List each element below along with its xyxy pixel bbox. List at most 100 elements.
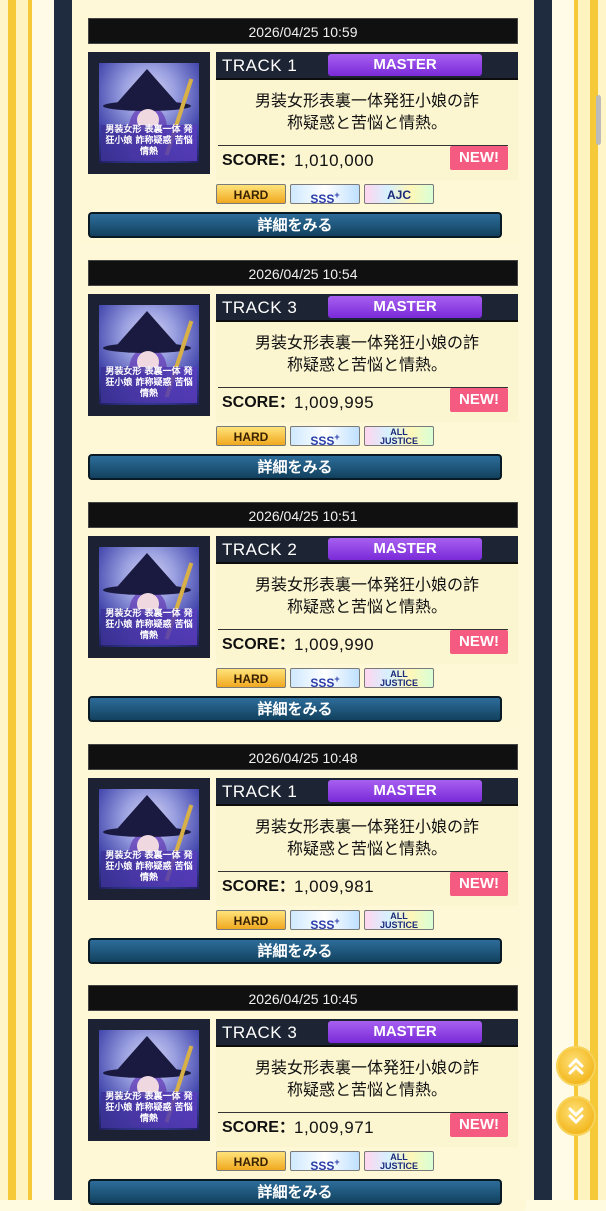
- lamp-all-justice: ALL JUSTICE: [364, 426, 434, 446]
- score-label: SCORE：: [222, 878, 295, 895]
- song-info: 男装女形表裏一体発狂小娘の詐 称疑惑と苦悩と情熱。 SCORE： 1,009,99…: [216, 322, 518, 422]
- double-chevron-down-icon: [568, 1107, 584, 1125]
- jacket-title-art: 男装女形 表裏一体 発狂小娘 詐称疑惑 苦悩情熱: [101, 125, 197, 161]
- lamp-hard: HARD: [216, 426, 286, 446]
- jacket-artwork: 男装女形 表裏一体 発狂小娘 詐称疑惑 苦悩情熱: [99, 789, 199, 889]
- song-info: 男装女形表裏一体発狂小娘の詐 称疑惑と苦悩と情熱。 SCORE： 1,009,99…: [216, 564, 518, 664]
- difficulty-badge: MASTER: [328, 296, 482, 318]
- double-chevron-up-icon: [568, 1057, 584, 1075]
- lamp-ajc: AJC: [364, 184, 434, 204]
- track-header: TRACK 2 MASTER: [216, 536, 518, 564]
- play-datetime: 2026/04/25 10:48: [88, 744, 518, 770]
- lamp-sss-label: SSS: [310, 192, 335, 206]
- track-header: TRACK 1 MASTER: [216, 52, 518, 80]
- difficulty-badge: MASTER: [328, 538, 482, 560]
- view-details-button[interactable]: 詳細をみる: [88, 212, 502, 238]
- lamp-sss-plus: SSS+: [290, 668, 360, 690]
- play-datetime: 2026/04/25 10:59: [88, 18, 518, 44]
- lamp-sss-plus: SSS+: [290, 184, 360, 206]
- lamp-plus-label: +: [334, 432, 340, 442]
- lamp-aj-line2: JUSTICE: [379, 920, 418, 930]
- jacket-title-art: 男装女形 表裏一体 発狂小娘 詐称疑惑 苦悩情熱: [101, 367, 197, 403]
- lamp-sss-label: SSS: [310, 918, 335, 932]
- lamp-all-justice: ALL JUSTICE: [364, 1151, 434, 1171]
- play-datetime: 2026/04/25 10:45: [88, 985, 518, 1011]
- song-info: 男装女形表裏一体発狂小娘の詐 称疑惑と苦悩と情熱。 SCORE： 1,009,98…: [216, 806, 518, 906]
- lamp-plus-label: +: [334, 1157, 340, 1167]
- jacket-artwork: 男装女形 表裏一体 発狂小娘 詐称疑惑 苦悩情熱: [99, 305, 199, 405]
- track-header: TRACK 3 MASTER: [216, 294, 518, 322]
- difficulty-badge: MASTER: [328, 1021, 482, 1043]
- score-label: SCORE：: [222, 152, 295, 169]
- jacket-title-art: 男装女形 表裏一体 発狂小娘 詐称疑惑 苦悩情熱: [101, 851, 197, 887]
- score-value: 1,009,990: [294, 635, 375, 654]
- clear-lamps: HARD SSS+ ALL JUSTICE: [216, 668, 518, 690]
- play-datetime: 2026/04/25 10:54: [88, 260, 518, 286]
- jacket-artwork: 男装女形 表裏一体 発狂小娘 詐称疑惑 苦悩情熱: [99, 63, 199, 163]
- playlog-card: 2026/04/25 10:59 男装女形 表裏一体 発狂小娘 詐称疑惑 苦悩情…: [80, 16, 526, 244]
- song-info: 男装女形表裏一体発狂小娘の詐 称疑惑と苦悩と情熱。 SCORE： 1,010,00…: [216, 80, 518, 180]
- playlog-card: 2026/04/25 10:54 男装女形 表裏一体 発狂小娘 詐称疑惑 苦悩情…: [80, 258, 526, 486]
- song-title: 男装女形表裏一体発狂小娘の詐 称疑惑と苦悩と情熱。: [254, 333, 479, 374]
- view-details-button[interactable]: 詳細をみる: [88, 938, 502, 964]
- lamp-hard: HARD: [216, 1151, 286, 1171]
- lamp-plus-label: +: [334, 674, 340, 684]
- lamp-sss-label: SSS: [310, 434, 335, 448]
- new-record-badge: NEW!: [450, 146, 508, 170]
- score-label: SCORE：: [222, 394, 295, 411]
- lamp-plus-label: +: [334, 190, 340, 200]
- lamp-all-justice: ALL JUSTICE: [364, 910, 434, 930]
- score-label: SCORE：: [222, 1119, 295, 1136]
- playlog-list: 2026/04/25 10:59 男装女形 表裏一体 発狂小娘 詐称疑惑 苦悩情…: [80, 0, 526, 1211]
- lamp-hard: HARD: [216, 910, 286, 930]
- jacket-title-art: 男装女形 表裏一体 発狂小娘 詐称疑惑 苦悩情熱: [101, 1092, 197, 1128]
- jacket-title-art: 男装女形 表裏一体 発狂小娘 詐称疑惑 苦悩情熱: [101, 609, 197, 645]
- song-title: 男装女形表裏一体発狂小娘の詐 称疑惑と苦悩と情熱。: [254, 817, 479, 858]
- lamp-sss-label: SSS: [310, 676, 335, 690]
- difficulty-badge: MASTER: [328, 780, 482, 802]
- playlog-card: 2026/04/25 10:45 男装女形 表裏一体 発狂小娘 詐称疑惑 苦悩情…: [80, 983, 526, 1211]
- new-record-badge: NEW!: [450, 388, 508, 412]
- song-jacket: 男装女形 表裏一体 発狂小娘 詐称疑惑 苦悩情熱: [88, 536, 210, 658]
- song-title: 男装女形表裏一体発狂小娘の詐 称疑惑と苦悩と情熱。: [254, 575, 479, 616]
- playlog-card: 2026/04/25 10:51 男装女形 表裏一体 発狂小娘 詐称疑惑 苦悩情…: [80, 500, 526, 728]
- score-label: SCORE：: [222, 636, 295, 653]
- view-details-button[interactable]: 詳細をみる: [88, 1179, 502, 1205]
- play-datetime: 2026/04/25 10:51: [88, 502, 518, 528]
- scrollbar-thumb[interactable]: [596, 95, 601, 145]
- track-number: TRACK 3: [222, 298, 298, 317]
- lamp-plus-label: +: [334, 916, 340, 926]
- clear-lamps: HARD SSS+ ALL JUSTICE: [216, 910, 518, 932]
- lamp-aj-line2: JUSTICE: [379, 678, 418, 688]
- track-number: TRACK 1: [222, 56, 298, 75]
- new-record-badge: NEW!: [450, 630, 508, 654]
- score-value: 1,010,000: [294, 151, 375, 170]
- new-record-badge: NEW!: [450, 1113, 508, 1137]
- lamp-hard: HARD: [216, 184, 286, 204]
- score-value: 1,009,995: [294, 393, 375, 412]
- song-jacket: 男装女形 表裏一体 発狂小娘 詐称疑惑 苦悩情熱: [88, 294, 210, 416]
- song-title: 男装女形表裏一体発狂小娘の詐 称疑惑と苦悩と情熱。: [254, 91, 479, 132]
- track-number: TRACK 3: [222, 1023, 298, 1042]
- track-header: TRACK 3 MASTER: [216, 1019, 518, 1047]
- lamp-aj-line2: JUSTICE: [379, 436, 418, 446]
- clear-lamps: HARD SSS+ ALL JUSTICE: [216, 426, 518, 448]
- song-jacket: 男装女形 表裏一体 発狂小娘 詐称疑惑 苦悩情熱: [88, 778, 210, 900]
- clear-lamps: HARD SSS+ AJC: [216, 184, 518, 206]
- scroll-to-bottom-button[interactable]: [556, 1096, 596, 1136]
- track-header: TRACK 1 MASTER: [216, 778, 518, 806]
- scroll-to-top-button[interactable]: [556, 1046, 596, 1086]
- lamp-all-justice: ALL JUSTICE: [364, 668, 434, 688]
- view-details-button[interactable]: 詳細をみる: [88, 454, 502, 480]
- track-number: TRACK 1: [222, 782, 298, 801]
- score-value: 1,009,981: [294, 877, 375, 896]
- view-details-button[interactable]: 詳細をみる: [88, 696, 502, 722]
- song-jacket: 男装女形 表裏一体 発狂小娘 詐称疑惑 苦悩情熱: [88, 1019, 210, 1141]
- song-title: 男装女形表裏一体発狂小娘の詐 称疑惑と苦悩と情熱。: [254, 1058, 479, 1099]
- lamp-sss-plus: SSS+: [290, 910, 360, 932]
- new-record-badge: NEW!: [450, 872, 508, 896]
- lamp-sss-label: SSS: [310, 1159, 335, 1173]
- track-number: TRACK 2: [222, 540, 298, 559]
- difficulty-badge: MASTER: [328, 54, 482, 76]
- jacket-artwork: 男装女形 表裏一体 発狂小娘 詐称疑惑 苦悩情熱: [99, 547, 199, 647]
